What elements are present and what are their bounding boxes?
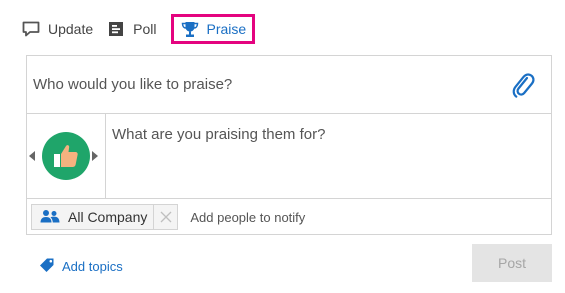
tab-praise[interactable]: Praise <box>170 14 256 44</box>
next-badge-arrow-icon[interactable] <box>92 151 98 161</box>
thumbs-up-badge <box>42 132 90 180</box>
tag-icon <box>40 257 55 275</box>
speech-bubble-icon <box>22 20 40 38</box>
praise-recipient-placeholder: Who would you like to praise? <box>33 76 233 93</box>
thumbs-up-icon <box>54 145 78 167</box>
tab-poll[interactable]: Poll <box>107 12 157 46</box>
add-people-field[interactable]: Add people to notify <box>190 210 305 225</box>
remove-group-button[interactable] <box>153 205 177 229</box>
paperclip-icon[interactable] <box>509 70 537 100</box>
add-topics-link[interactable]: Add topics <box>40 257 123 275</box>
add-topics-label: Add topics <box>62 258 123 274</box>
group-name: All Company <box>32 205 153 229</box>
tab-update[interactable]: Update <box>22 12 93 46</box>
group-label: All Company <box>68 209 148 225</box>
badge-picker <box>27 114 106 198</box>
poll-icon <box>107 20 125 38</box>
post-button[interactable]: Post <box>472 244 552 282</box>
trophy-icon <box>181 20 199 38</box>
praise-reason-row: What are you praising them for? <box>27 114 551 199</box>
praise-reason-placeholder: What are you praising them for? <box>112 126 326 143</box>
praise-recipient-field[interactable]: Who would you like to praise? <box>27 56 551 114</box>
group-icon <box>40 209 60 226</box>
close-icon <box>160 211 172 223</box>
tab-poll-label: Poll <box>133 21 157 37</box>
tab-praise-label: Praise <box>206 21 247 37</box>
composer-tabs: Update Poll Praise <box>22 12 256 46</box>
praise-reason-field[interactable]: What are you praising them for? <box>106 114 325 198</box>
group-pill[interactable]: All Company <box>31 204 179 230</box>
praise-composer: Who would you like to praise? What are y… <box>26 55 552 235</box>
notify-row: All Company Add people to notify <box>27 199 551 235</box>
tab-update-label: Update <box>48 21 94 37</box>
previous-badge-arrow-icon[interactable] <box>29 151 35 161</box>
